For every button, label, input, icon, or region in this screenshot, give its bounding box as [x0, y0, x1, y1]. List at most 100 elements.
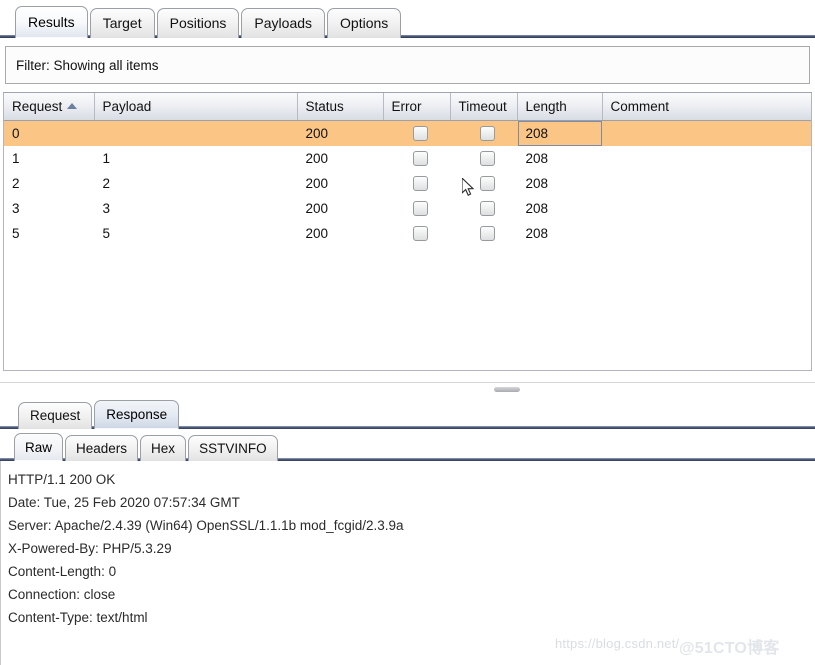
checkbox-error[interactable] — [413, 176, 428, 192]
table-row[interactable]: 2 2 200 208 — [4, 171, 811, 196]
tab-payloads-label: Payloads — [254, 15, 313, 31]
column-header-timeout-label: Timeout — [458, 99, 507, 114]
tab-request[interactable]: Request — [18, 402, 93, 429]
cell-comment[interactable] — [602, 221, 811, 246]
cell-payload: 3 — [94, 196, 297, 221]
cell-comment[interactable] — [602, 120, 811, 146]
splitter-grip-icon[interactable] — [494, 387, 520, 392]
column-header-comment-label: Comment — [610, 99, 670, 114]
table-row[interactable]: 0 200 208 — [4, 120, 811, 146]
checkbox-timeout[interactable] — [480, 176, 495, 192]
cell-length: 208 — [517, 171, 602, 196]
cell-comment[interactable] — [602, 196, 811, 221]
checkbox-error[interactable] — [413, 126, 428, 142]
checkbox-timeout[interactable] — [480, 226, 495, 242]
tab-options[interactable]: Options — [327, 8, 402, 38]
tab-response[interactable]: Response — [94, 400, 180, 429]
cell-payload — [94, 120, 297, 146]
column-header-error[interactable]: Error — [383, 93, 451, 121]
table-header-row: Request Payload Status Error Timeout Len… — [4, 93, 811, 121]
cell-request: 3 — [4, 196, 94, 221]
response-line: Date: Tue, 25 Feb 2020 07:57:34 GMT — [8, 495, 240, 510]
cell-timeout — [450, 196, 517, 221]
main-tab-strip: Results Target Positions Payloads Option… — [0, 0, 815, 38]
column-header-payload[interactable]: Payload — [94, 93, 298, 121]
tab-raw[interactable]: Raw — [14, 433, 64, 461]
tab-response-label: Response — [106, 407, 168, 422]
column-header-payload-label: Payload — [102, 99, 152, 114]
tab-results-label: Results — [28, 14, 75, 30]
response-raw-viewer[interactable]: HTTP/1.1 200 OK Date: Tue, 25 Feb 2020 0… — [0, 461, 815, 665]
table-empty-cell — [4, 246, 811, 370]
column-header-request[interactable]: Request — [4, 93, 95, 121]
cell-request: 0 — [4, 120, 94, 146]
checkbox-error[interactable] — [413, 226, 428, 242]
cell-error — [383, 146, 450, 171]
tab-options-label: Options — [340, 15, 389, 31]
response-line: Content-Type: text/html — [8, 610, 148, 625]
tab-target[interactable]: Target — [89, 8, 155, 38]
response-line: Server: Apache/2.4.39 (Win64) OpenSSL/1.… — [8, 518, 404, 533]
tab-sstvinfo[interactable]: SSTVINFO — [188, 435, 278, 461]
cell-timeout — [450, 146, 517, 171]
filter-text: Filter: Showing all items — [16, 57, 159, 73]
checkbox-error[interactable] — [413, 201, 428, 217]
tab-target-label: Target — [102, 15, 142, 31]
response-line: Content-Length: 0 — [8, 564, 117, 579]
column-header-timeout[interactable]: Timeout — [450, 93, 518, 121]
intruder-attack-window: Results Target Positions Payloads Option… — [0, 0, 815, 665]
cell-length: 208 — [517, 120, 602, 146]
tab-sstvinfo-label: SSTVINFO — [199, 441, 267, 456]
cell-comment[interactable] — [602, 146, 811, 171]
table-empty-area — [4, 246, 811, 370]
tab-results[interactable]: Results — [15, 6, 88, 38]
tab-positions-label: Positions — [169, 15, 227, 31]
filter-bar[interactable]: Filter: Showing all items — [5, 46, 810, 84]
tab-headers-label: Headers — [76, 441, 128, 456]
column-header-status-label: Status — [305, 99, 344, 114]
table-row[interactable]: 1 1 200 208 — [4, 146, 811, 171]
cell-payload: 2 — [94, 171, 297, 196]
tab-hex-label: Hex — [151, 441, 176, 456]
tab-request-label: Request — [30, 408, 81, 423]
cell-timeout — [450, 171, 517, 196]
results-table: Request Payload Status Error Timeout Len… — [4, 93, 811, 370]
column-header-request-label: Request — [12, 99, 63, 114]
table-row[interactable]: 3 3 200 208 — [4, 196, 811, 221]
message-pane: Request Response Raw Headers Hex SSTVINF… — [0, 397, 815, 665]
tab-headers[interactable]: Headers — [65, 435, 139, 461]
cell-length: 208 — [517, 146, 602, 171]
tab-raw-label: Raw — [25, 440, 53, 455]
cell-status: 200 — [297, 171, 383, 196]
cell-timeout — [450, 120, 517, 146]
checkbox-timeout[interactable] — [480, 201, 495, 217]
response-line: Connection: close — [8, 587, 116, 602]
cell-comment[interactable] — [602, 171, 811, 196]
tab-payloads[interactable]: Payloads — [241, 8, 326, 38]
checkbox-error[interactable] — [413, 151, 428, 167]
cell-status: 200 — [297, 120, 383, 146]
column-header-error-label: Error — [391, 99, 422, 114]
column-header-status[interactable]: Status — [297, 93, 384, 121]
checkbox-timeout[interactable] — [480, 151, 495, 167]
column-header-length-label: Length — [525, 99, 567, 114]
cell-error — [383, 196, 450, 221]
cell-length: 208 — [517, 221, 602, 246]
response-line: X-Powered-By: PHP/5.3.29 — [8, 541, 172, 556]
table-row[interactable]: 5 5 200 208 — [4, 221, 811, 246]
cell-request: 2 — [4, 171, 94, 196]
message-tab-strip: Request Response — [0, 397, 815, 429]
cell-status: 200 — [297, 221, 383, 246]
cell-payload: 5 — [94, 221, 297, 246]
column-header-comment[interactable]: Comment — [602, 93, 811, 121]
cell-error — [383, 120, 450, 146]
response-line: HTTP/1.1 200 OK — [8, 472, 116, 487]
column-header-length[interactable]: Length — [517, 93, 603, 121]
view-tab-strip: Raw Headers Hex SSTVINFO — [0, 429, 815, 461]
pane-splitter[interactable] — [0, 382, 815, 397]
tab-hex[interactable]: Hex — [140, 435, 187, 461]
checkbox-timeout[interactable] — [480, 126, 495, 142]
tab-positions[interactable]: Positions — [156, 8, 240, 38]
cell-status: 200 — [297, 146, 383, 171]
results-table-container: Request Payload Status Error Timeout Len… — [3, 92, 812, 371]
